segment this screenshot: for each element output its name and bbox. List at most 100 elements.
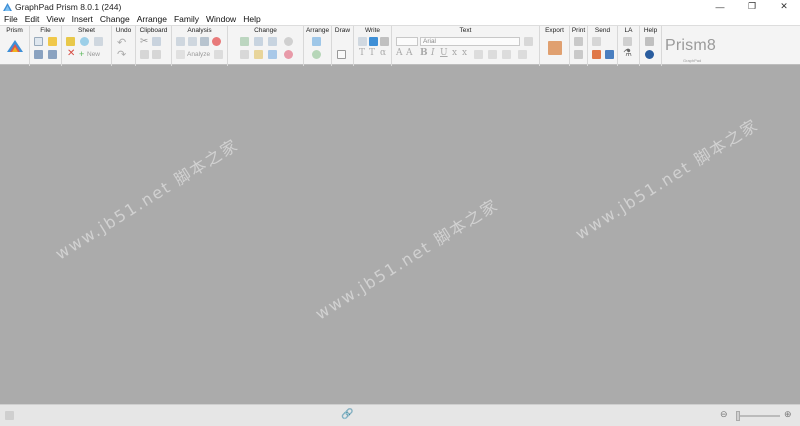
symbol-icon[interactable] — [474, 50, 483, 59]
font-size-field[interactable] — [396, 37, 418, 46]
write-embed-icon[interactable] — [380, 37, 389, 46]
save-icon[interactable] — [34, 50, 43, 59]
new-sheet-button[interactable]: New — [87, 51, 100, 58]
draw-shape-icon[interactable] — [337, 50, 346, 59]
arrange-order-icon[interactable] — [312, 50, 321, 59]
status-sheet-icon[interactable] — [5, 411, 14, 420]
text-frame-icon[interactable]: T — [369, 48, 375, 58]
delete-sheet-icon[interactable]: ✕ — [67, 48, 75, 59]
change-data-icon[interactable] — [240, 50, 249, 59]
menu-view[interactable]: View — [46, 14, 64, 24]
arrange-align-icon[interactable] — [312, 37, 321, 46]
group-sheet: Sheet ✕ + New — [62, 26, 112, 66]
send-word-icon[interactable] — [605, 50, 614, 59]
sheet-layout-icon[interactable] — [94, 37, 103, 46]
group-label-la: LA — [624, 27, 633, 34]
group-label-export: Export — [545, 27, 564, 34]
superscript-icon[interactable]: x — [462, 48, 467, 58]
underline-icon[interactable]: U — [440, 48, 448, 58]
copy-icon[interactable] — [152, 37, 161, 46]
increase-font-icon[interactable]: A — [396, 48, 403, 58]
menu-family[interactable]: Family — [174, 14, 199, 24]
menu-arrange[interactable]: Arrange — [137, 14, 167, 24]
sheet-table-icon[interactable] — [66, 37, 75, 46]
save-as-icon[interactable] — [48, 50, 57, 59]
print-preview-icon[interactable] — [574, 50, 583, 59]
status-link-icon[interactable]: 🔗 — [341, 409, 353, 420]
help-question-icon[interactable] — [645, 50, 654, 59]
text-tool-icon[interactable]: T — [359, 48, 365, 58]
analysis-params-icon[interactable] — [188, 37, 197, 46]
help-book-icon[interactable] — [645, 37, 654, 46]
close-button[interactable]: ✕ — [768, 0, 800, 13]
decrease-font-icon[interactable]: A — [406, 48, 413, 58]
subscript-icon[interactable]: x — [452, 48, 457, 58]
export-icon[interactable] — [548, 41, 562, 55]
workspace-area[interactable]: www.jb51.net 脚本之家 www.jb51.net 脚本之家 www.… — [0, 66, 800, 404]
group-prism: Prism — [0, 26, 30, 66]
group-label-sheet: Sheet — [78, 27, 95, 34]
menu-window[interactable]: Window — [206, 14, 236, 24]
watermark: www.jb51.net 脚本之家 — [51, 134, 242, 264]
group-change: Change — [228, 26, 304, 66]
paragraph-icon[interactable] — [518, 50, 527, 59]
group-label-change: Change — [254, 27, 277, 34]
la-notebook-icon[interactable] — [623, 37, 632, 46]
change-magic-icon[interactable] — [284, 50, 293, 59]
greek-alpha-icon[interactable]: α — [380, 48, 386, 58]
bullets-icon[interactable] — [502, 50, 511, 59]
group-label-text: Text — [459, 27, 472, 34]
menu-help[interactable]: Help — [243, 14, 260, 24]
open-folder-icon[interactable] — [48, 37, 57, 46]
menu-bar: File Edit View Insert Change Arrange Fam… — [0, 13, 800, 25]
change-rotate-icon[interactable] — [284, 37, 293, 46]
menu-insert[interactable]: Insert — [72, 14, 93, 24]
zoom-slider-thumb[interactable] — [736, 411, 740, 421]
send-email-icon[interactable] — [592, 37, 601, 46]
zoom-out-icon[interactable]: ⊖ — [720, 409, 728, 420]
change-scheme-icon[interactable] — [268, 50, 277, 59]
minimize-button[interactable]: — — [704, 0, 736, 13]
new-file-icon[interactable] — [34, 37, 43, 46]
menu-change[interactable]: Change — [100, 14, 130, 24]
prism-app-window: GraphPad Prism 8.0.1 (244) — ❐ ✕ File Ed… — [0, 0, 800, 426]
analysis-results-icon[interactable] — [200, 37, 209, 46]
sheet-graph-icon[interactable] — [80, 37, 89, 46]
la-flask-icon[interactable]: ⚗ — [623, 48, 632, 59]
menu-file[interactable]: File — [4, 14, 18, 24]
analysis-table-icon[interactable] — [176, 37, 185, 46]
change-format-icon[interactable] — [268, 37, 277, 46]
text-color-icon[interactable] — [524, 37, 533, 46]
group-text: Text Arial A A B I U x x — [392, 26, 540, 66]
analysis-remove-icon[interactable] — [212, 37, 221, 46]
paste-special-icon[interactable] — [152, 50, 161, 59]
font-family-field[interactable]: Arial — [420, 37, 520, 46]
change-color-icon[interactable] — [254, 50, 263, 59]
group-undo: Undo ↶ ↷ — [112, 26, 136, 66]
group-label-file: File — [40, 27, 51, 34]
change-axes-icon[interactable] — [254, 37, 263, 46]
group-label-prism: Prism — [6, 27, 23, 34]
prism-home-icon[interactable] — [6, 39, 24, 53]
send-powerpoint-icon[interactable] — [592, 50, 601, 59]
italic-icon[interactable]: I — [431, 48, 435, 58]
group-clipboard: Clipboard ✂ — [136, 26, 172, 66]
analysis-recent-icon[interactable] — [214, 50, 223, 59]
write-equation-icon[interactable] — [358, 37, 367, 46]
menu-edit[interactable]: Edit — [25, 14, 40, 24]
align-icon[interactable] — [488, 50, 497, 59]
change-graph-type-icon[interactable] — [240, 37, 249, 46]
maximize-button[interactable]: ❐ — [736, 0, 768, 13]
bold-icon[interactable]: B — [420, 48, 428, 58]
paste-icon[interactable] — [140, 50, 149, 59]
cut-icon[interactable]: ✂ — [140, 36, 148, 47]
analyze-button[interactable]: Analyze — [187, 51, 210, 58]
redo-icon[interactable]: ↷ — [117, 48, 126, 61]
zoom-in-icon[interactable]: ⊕ — [784, 409, 792, 420]
graphpad-brand-small: GraphPad — [683, 58, 702, 63]
write-image-icon[interactable] — [369, 37, 378, 46]
print-icon[interactable] — [574, 37, 583, 46]
window-title: GraphPad Prism 8.0.1 (244) — [15, 1, 122, 12]
group-analysis: Analysis Analyze — [172, 26, 228, 66]
zoom-slider[interactable] — [740, 415, 780, 417]
